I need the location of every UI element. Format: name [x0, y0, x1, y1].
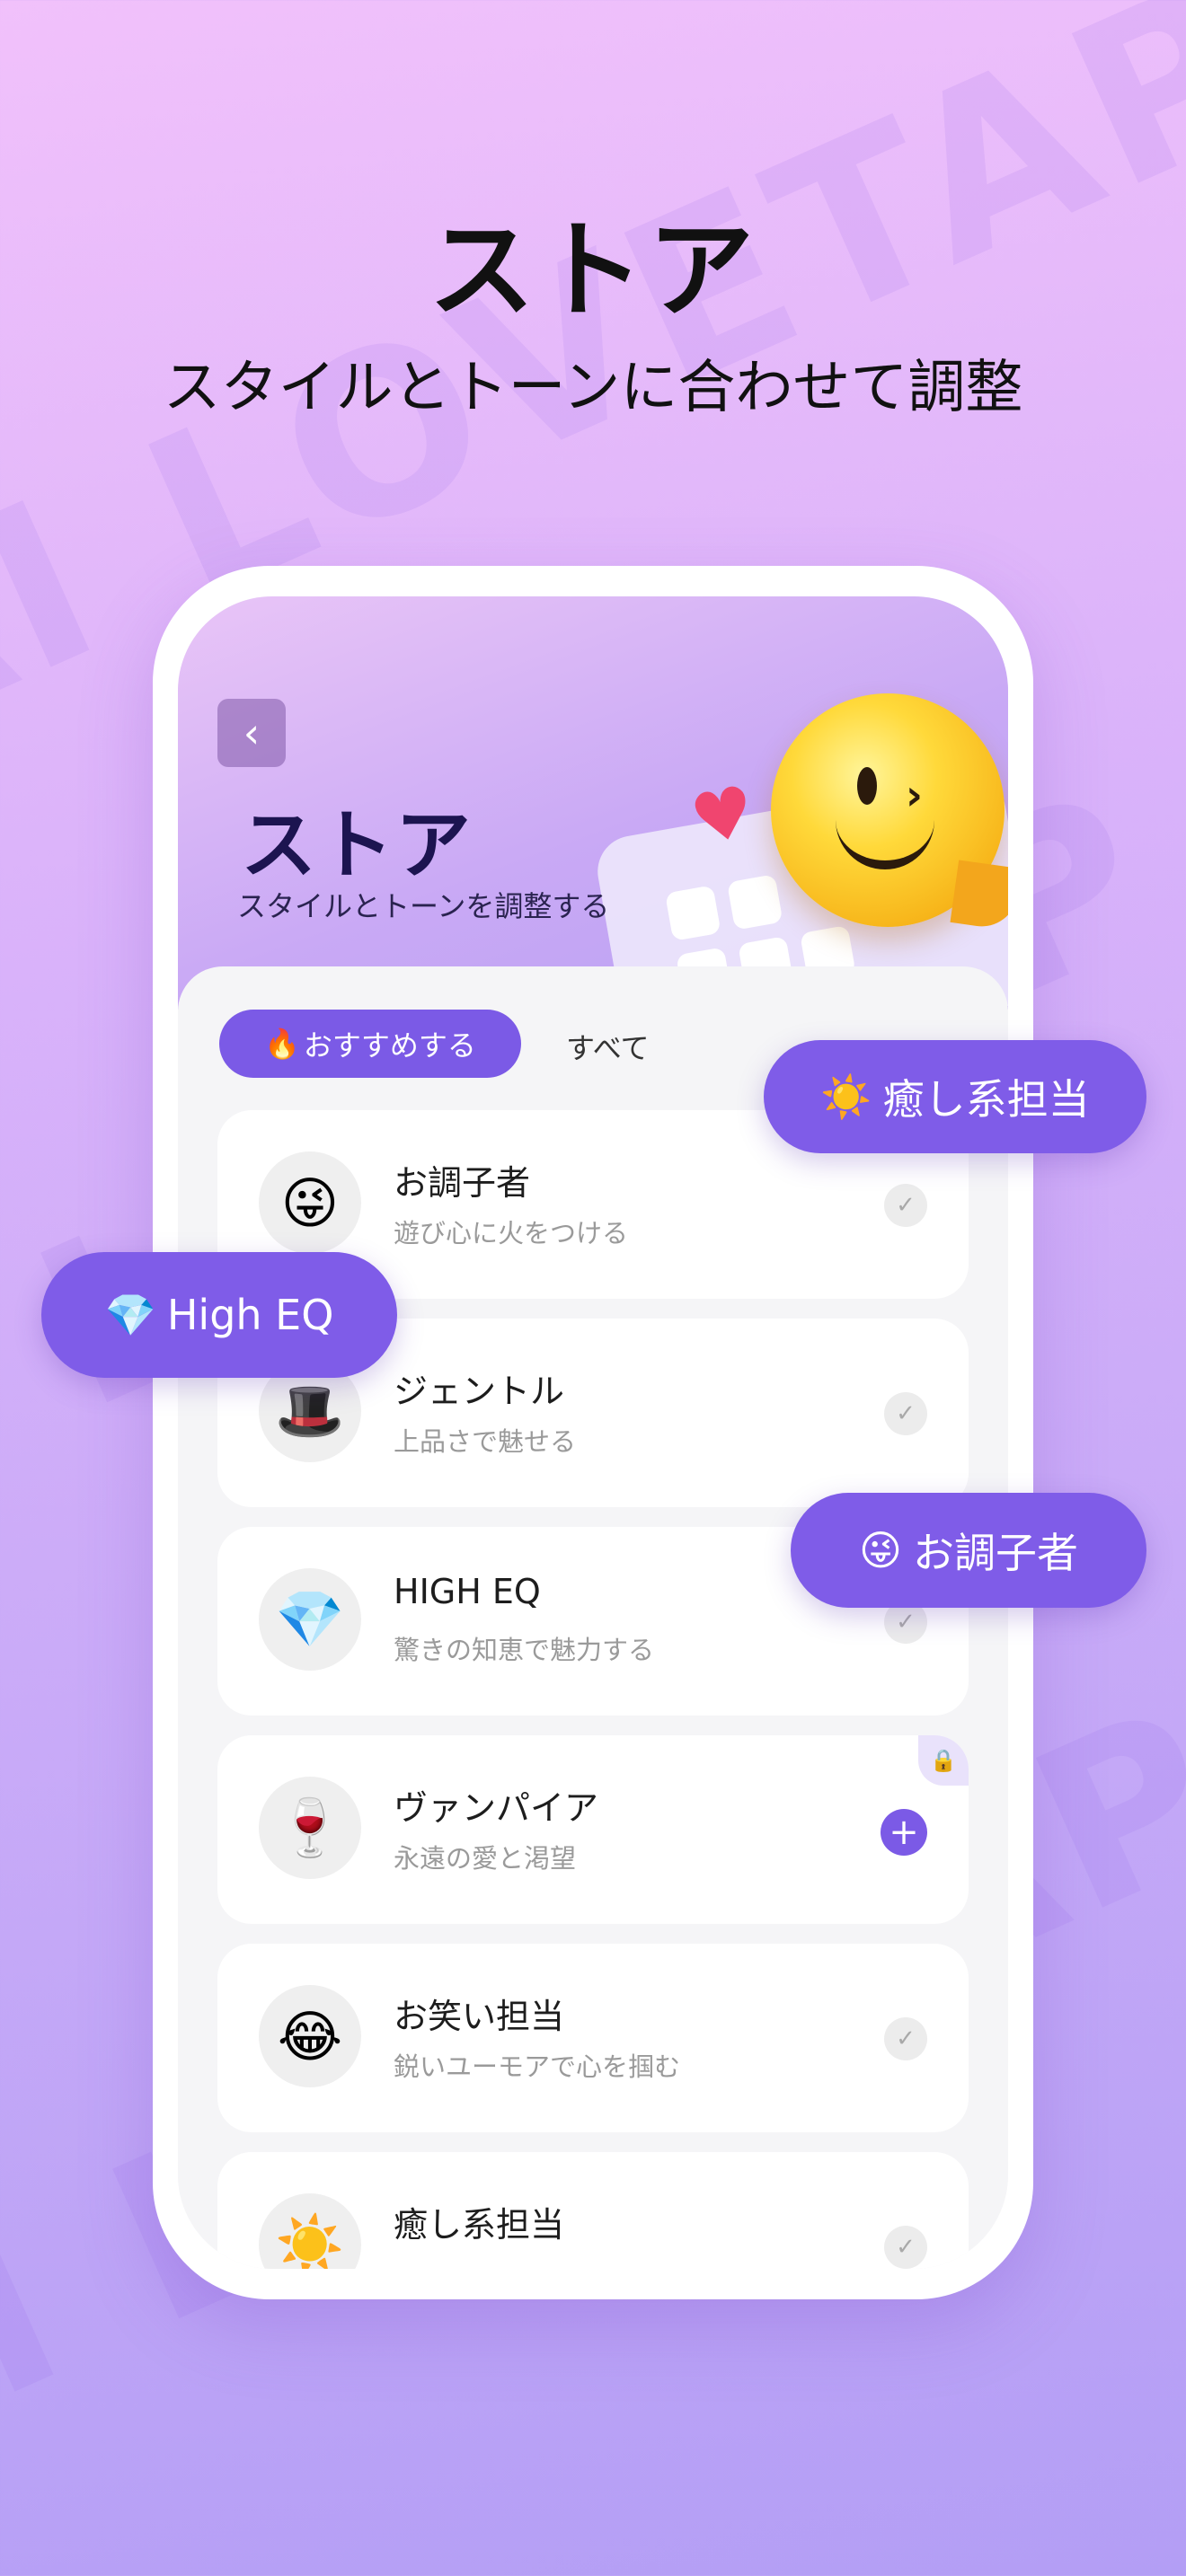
check-icon[interactable]: ✓: [884, 1184, 927, 1227]
back-button[interactable]: ‹: [217, 699, 286, 767]
check-icon[interactable]: ✓: [884, 2017, 927, 2060]
item-description: 遊び心に火をつける: [394, 1218, 629, 1248]
item-name: ヴァンパイア: [394, 1788, 599, 1828]
gem-emoji-icon: 💎: [259, 1568, 361, 1671]
tab-recommended[interactable]: 🔥 おすすめする: [219, 1010, 521, 1078]
item-name: 癒し系担当: [394, 2205, 565, 2245]
page-title: ストア: [241, 801, 474, 889]
phone-screen: ♥ › ‹ ストア スタイルとトーンを調整する 🔥 おすすめする すべて 😜 お…: [178, 596, 1008, 2269]
pill-high-eq: 💎 High EQ: [41, 1252, 397, 1378]
item-description: 上品さで魅せる: [394, 1426, 577, 1457]
pill-label: 癒し系担当: [882, 1075, 1090, 1124]
item-name: お笑い担当: [394, 1997, 565, 2036]
hero-title: ストア: [428, 208, 757, 332]
add-button[interactable]: +: [881, 1809, 927, 1856]
fire-icon: 🔥: [264, 1027, 300, 1061]
sun-icon: ☀️: [820, 1072, 872, 1121]
wink-emoji-icon: ›: [771, 693, 1008, 931]
key-shape: [726, 874, 783, 931]
gem-icon: 💎: [104, 1290, 156, 1339]
store-content: 🔥 おすすめする すべて 😜 お調子者 遊び心に火をつける ✓ 🎩 ジェントル …: [178, 966, 1008, 2269]
item-name: ジェントル: [394, 1372, 565, 1411]
list-item[interactable]: 😂 お笑い担当 鋭いユーモアで心を掴む ✓: [217, 1944, 969, 2132]
tab-label: おすすめする: [303, 1028, 476, 1063]
speech-tail: [950, 860, 1008, 931]
page-subtitle: スタイルとトーンを調整する: [237, 889, 610, 923]
tab-all[interactable]: すべて: [566, 1026, 649, 1067]
list-item[interactable]: 🔒 🍷 ヴァンパイア 永遠の愛と渇望 +: [217, 1735, 969, 1924]
lock-icon: 🔒: [918, 1735, 969, 1786]
pill-playful: 😜 お調子者: [791, 1493, 1146, 1608]
check-icon[interactable]: ✓: [884, 2226, 927, 2269]
emoji-eye: [857, 767, 877, 805]
store-header: ♥ › ‹ ストア スタイルとトーンを調整する: [178, 596, 1008, 1072]
key-shape: [665, 885, 721, 941]
pill-label: High EQ: [166, 1291, 334, 1339]
item-description: 鋭いユーモアで心を掴む: [394, 2051, 681, 2082]
item-description: 永遠の愛と渇望: [394, 1843, 577, 1874]
pill-healing: ☀️ 癒し系担当: [764, 1040, 1146, 1153]
laughing-emoji-icon: 😂: [259, 1985, 361, 2087]
wine-glass-emoji-icon: 🍷: [259, 1777, 361, 1879]
item-name: HIGH EQ: [394, 1572, 541, 1611]
check-icon[interactable]: ✓: [884, 1392, 927, 1435]
sun-emoji-icon: ☀️: [259, 2193, 361, 2269]
pill-label: お調子者: [912, 1529, 1078, 1577]
hero-subtitle: スタイルとトーンに合わせて調整: [163, 355, 1023, 421]
item-name: お調子者: [394, 1163, 531, 1203]
item-description: 驚きの知恵で魅力する: [394, 1635, 655, 1665]
chevron-left-icon: ‹: [243, 709, 261, 757]
list-item[interactable]: ☀️ 癒し系担当 ✓: [217, 2152, 969, 2269]
wink-tongue-icon: 😜: [859, 1526, 902, 1575]
phone-frame: ♥ › ‹ ストア スタイルとトーンを調整する 🔥 おすすめする すべて 😜 お…: [153, 566, 1033, 2299]
emoji-mouth: [836, 810, 934, 869]
wink-tongue-emoji-icon: 😜: [259, 1151, 361, 1254]
